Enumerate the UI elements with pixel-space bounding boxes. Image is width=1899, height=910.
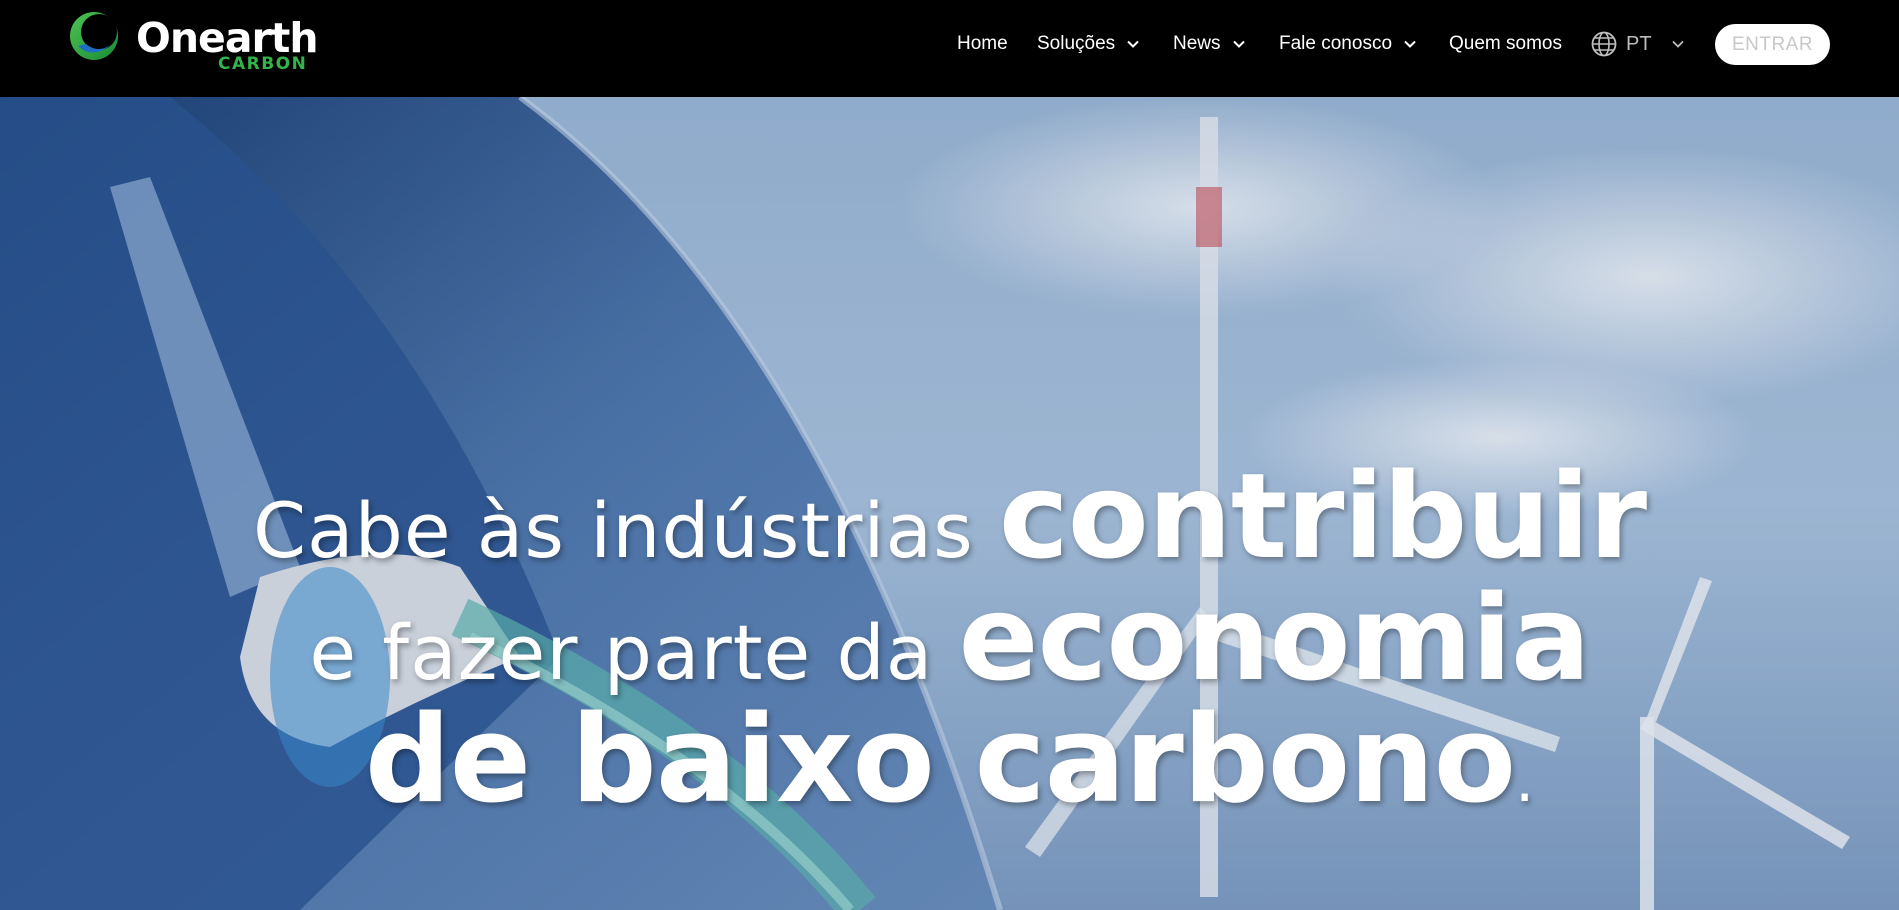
site-header: Onearth CARBON Home Soluções News Fale c… <box>0 0 1899 97</box>
hero-headline: Cabe às indústrias contribuir e fazer pa… <box>0 447 1899 830</box>
headline-line-2: e fazer parte da economia <box>0 569 1899 707</box>
headline-line-2-bold: economia <box>958 569 1590 707</box>
chevron-down-icon <box>1127 40 1139 48</box>
chevron-down-icon <box>1232 40 1245 48</box>
nav-news-label: News <box>1173 33 1221 54</box>
headline-line-1-bold: contribuir <box>998 447 1647 585</box>
language-label: PT <box>1626 32 1652 55</box>
nav-solutions-label: Soluções <box>1037 33 1116 54</box>
nav-contact-label: Fale conosco <box>1279 33 1393 54</box>
nav-home[interactable]: Home <box>957 26 1008 62</box>
main-nav: Home Soluções News Fale conosco Quem som… <box>0 26 1899 62</box>
headline-line-1-light: Cabe às indústrias <box>252 486 999 575</box>
chevron-down-icon <box>1671 40 1684 48</box>
headline-line-3-bold: de baixo carbono <box>364 691 1516 830</box>
nav-about-label: Quem somos <box>1449 33 1562 54</box>
language-selector[interactable]: PT <box>1590 26 1686 62</box>
nav-news[interactable]: News <box>1173 26 1247 62</box>
nav-home-label: Home <box>957 33 1008 54</box>
hero-banner: Cabe às indústrias contribuir e fazer pa… <box>0 97 1899 910</box>
nav-solutions[interactable]: Soluções <box>1037 26 1141 62</box>
headline-line-2-light: e fazer parte da <box>309 608 959 697</box>
globe-icon <box>1591 31 1617 57</box>
headline-line-1: Cabe às indústrias contribuir <box>0 447 1899 585</box>
enter-button[interactable]: ENTRAR <box>1715 24 1830 65</box>
headline-line-3: de baixo carbono. <box>0 691 1899 830</box>
headline-dot: . <box>1515 746 1535 816</box>
nav-contact[interactable]: Fale conosco <box>1279 26 1418 62</box>
nav-about[interactable]: Quem somos <box>1449 26 1562 62</box>
chevron-down-icon <box>1404 40 1416 48</box>
